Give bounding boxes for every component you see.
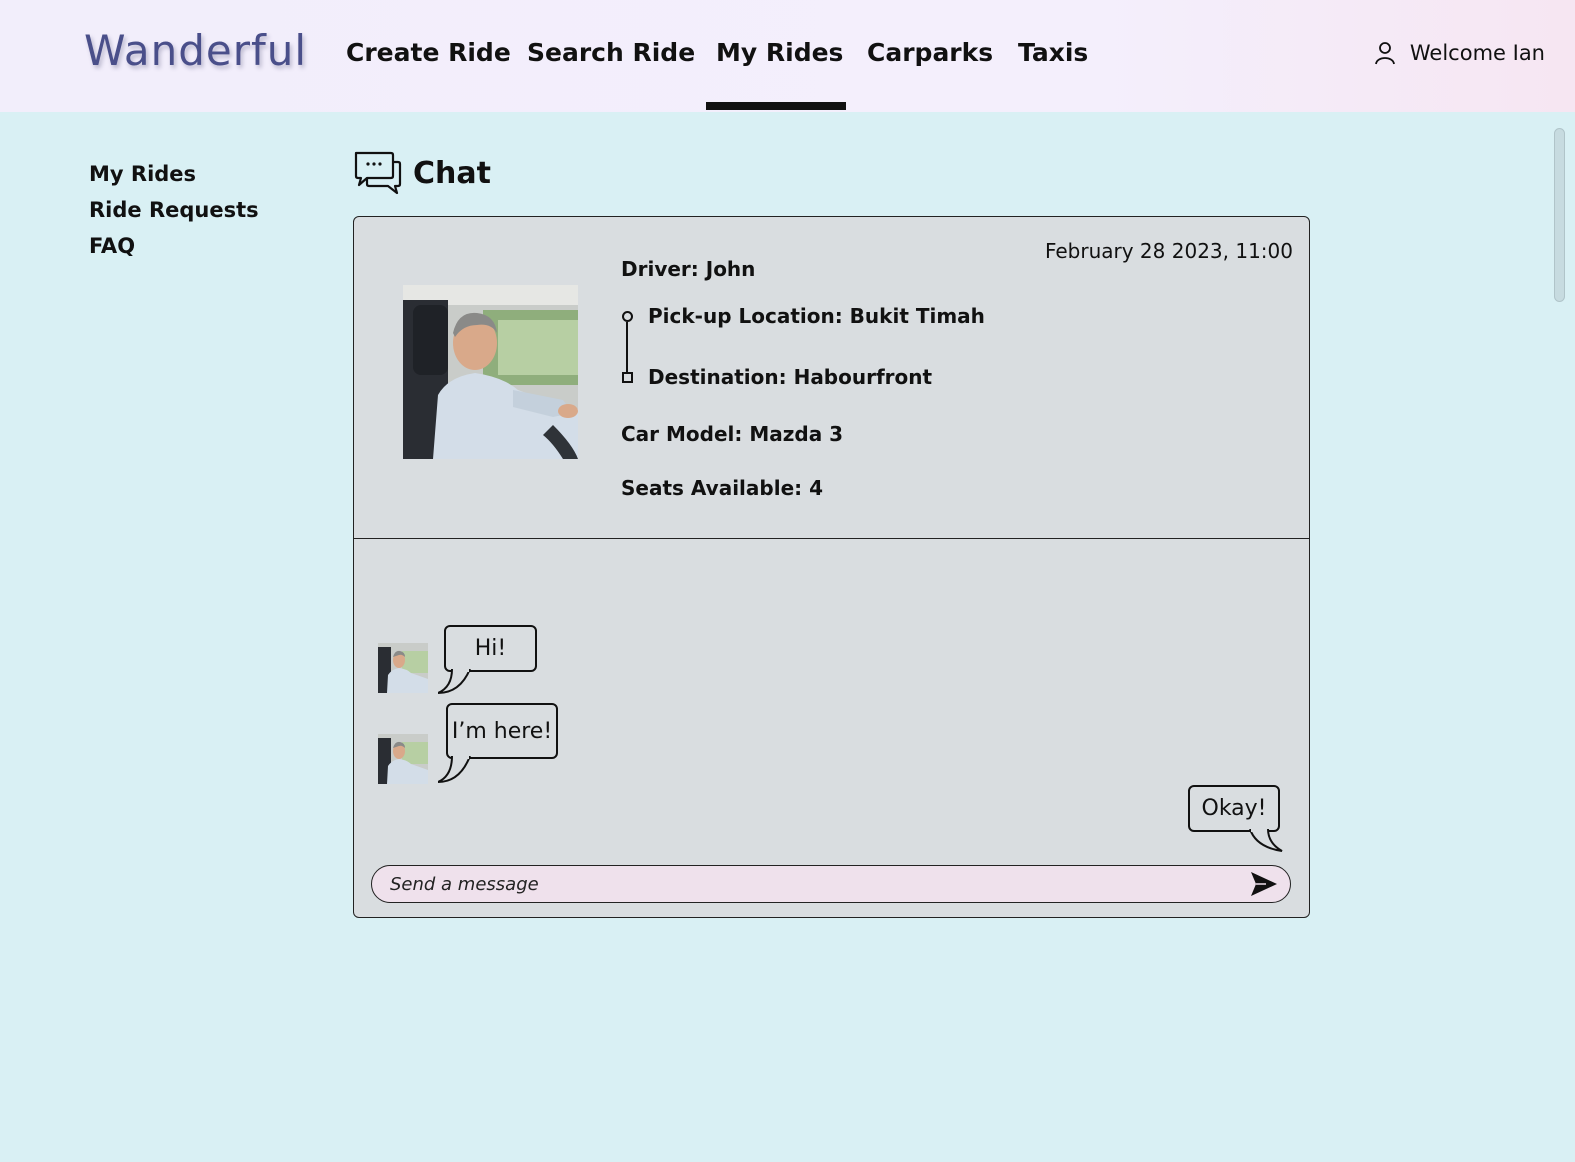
- sidebar-item-faq[interactable]: FAQ: [89, 230, 259, 266]
- page-scrollbar[interactable]: [1554, 128, 1565, 302]
- route-connector: [626, 322, 628, 372]
- chat-panel: February 28 2023, 11:00 Driver: John Pic…: [353, 216, 1310, 918]
- chat-title: Chat: [413, 155, 491, 191]
- seats-available: Seats Available: 4: [621, 476, 824, 500]
- pickup-marker-icon: [622, 311, 633, 322]
- driver-name: Driver: John: [621, 257, 756, 281]
- message-composer: [371, 865, 1291, 903]
- ride-date: February 28 2023, 11:00: [1044, 239, 1293, 263]
- driver-avatar: [378, 643, 428, 693]
- message-text: Hi!: [474, 636, 507, 661]
- message-text: I’m here!: [451, 718, 553, 744]
- my-message-bubble: Okay!: [1188, 785, 1280, 832]
- driver-avatar: [378, 734, 428, 784]
- bubble-tail: [438, 669, 471, 694]
- user-menu[interactable]: Welcome Ian: [1372, 40, 1545, 66]
- message-bubble: I’m here!: [446, 703, 558, 759]
- driver-photo: [403, 285, 578, 459]
- ride-details: February 28 2023, 11:00 Driver: John Pic…: [354, 217, 1309, 539]
- message-text: Okay!: [1201, 796, 1267, 821]
- car-model: Car Model: Mazda 3: [621, 422, 844, 446]
- welcome-text: Welcome Ian: [1409, 41, 1545, 65]
- chat-bubbles-icon: [354, 151, 402, 195]
- active-tab-indicator: [706, 102, 846, 110]
- destination: Destination: Habourfront: [648, 365, 933, 389]
- send-icon[interactable]: [1250, 871, 1278, 897]
- nav-carparks[interactable]: Carparks: [867, 38, 993, 72]
- message-input[interactable]: [390, 866, 1230, 902]
- nav-search-ride[interactable]: Search Ride: [527, 38, 695, 72]
- message-bubble: Hi!: [444, 625, 537, 672]
- bubble-tail: [1249, 829, 1283, 852]
- page-title: Chat: [353, 150, 491, 196]
- sidebar-item-ride-requests[interactable]: Ride Requests: [89, 194, 259, 230]
- wanderful-logo[interactable]: Wanderful: [84, 26, 307, 75]
- top-navbar: Wanderful Create Ride Search Ride My Rid…: [0, 0, 1575, 112]
- nav-create-ride[interactable]: Create Ride: [346, 38, 511, 72]
- sidebar-item-my-rides[interactable]: My Rides: [89, 158, 259, 194]
- user-icon: [1374, 42, 1395, 65]
- nav-taxis[interactable]: Taxis: [1018, 38, 1088, 72]
- sidebar: My Rides Ride Requests FAQ: [89, 158, 259, 266]
- bubble-tail: [438, 756, 471, 783]
- nav-my-rides[interactable]: My Rides: [716, 38, 843, 72]
- pickup-location: Pick-up Location: Bukit Timah: [648, 304, 985, 328]
- destination-marker-icon: [622, 372, 633, 383]
